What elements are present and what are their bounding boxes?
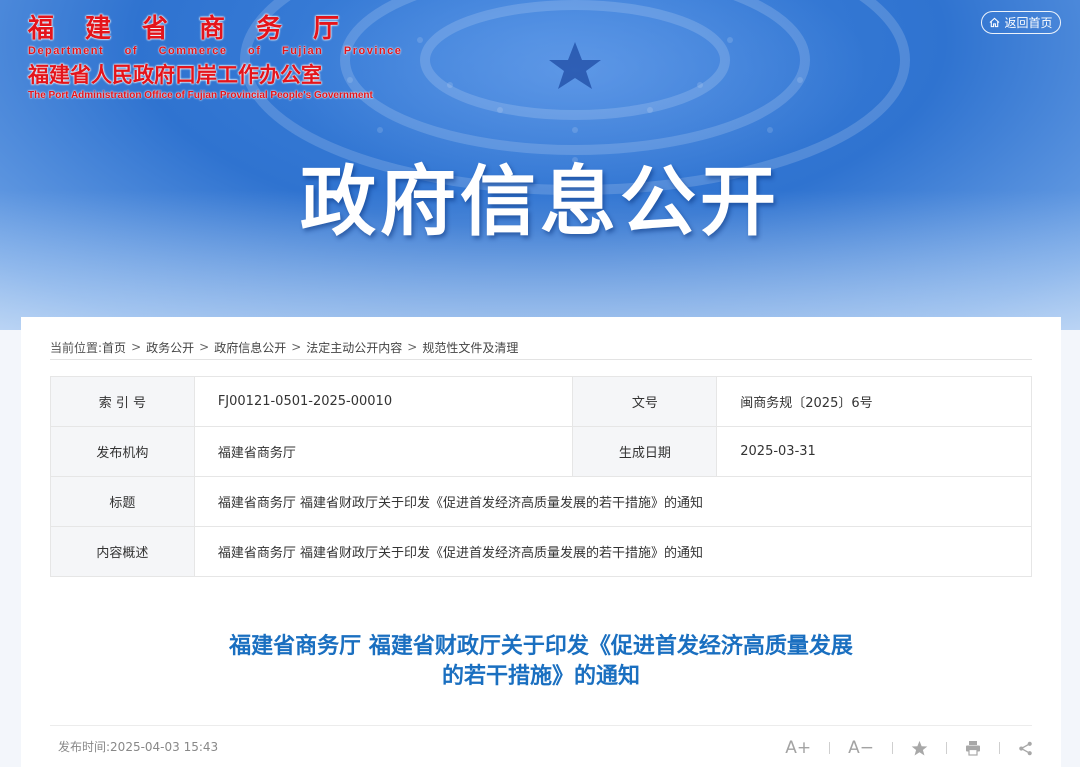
document-info-table: 索 引 号 FJ00121-0501-2025-00010 文号 闽商务规〔20… — [50, 376, 1033, 577]
summary-value: 福建省商务厅 福建省财政厅关于印发《促进首发经济高质量发展的若干措施》的通知 — [193, 526, 1033, 577]
return-home-button[interactable]: 返回首页 — [981, 11, 1061, 34]
title-value: 福建省商务厅 福建省财政厅关于印发《促进首发经济高质量发展的若干措施》的通知 — [193, 476, 1033, 527]
article-title: 福建省商务厅 福建省财政厅关于印发《促进首发经济高质量发展 的若干措施》的通知 — [21, 632, 1061, 692]
logo-department-name: 福建省商务厅 — [28, 14, 371, 44]
star-icon — [549, 42, 601, 89]
banner-title: 政府信息公开 — [300, 157, 780, 246]
title-divider — [50, 725, 1032, 726]
breadcrumb: 当前位置: 首页 > 政务公开 > 政府信息公开 > 法定主动公开内容 > 规范… — [50, 335, 1032, 359]
breadcrumb-home[interactable]: 首页 — [102, 339, 126, 356]
article-title-line1: 福建省商务厅 福建省财政厅关于印发《促进首发经济高质量发展 — [229, 634, 853, 659]
breadcrumb-divider — [50, 359, 1032, 360]
issuing-agency-value: 福建省商务厅 — [193, 426, 574, 477]
summary-label: 内容概述 — [50, 526, 195, 577]
breadcrumb-info-disclosure[interactable]: 政府信息公开 — [214, 339, 286, 356]
return-home-label: 返回首页 — [1004, 16, 1053, 30]
logo-port-office-name-en: The Port Administration Office of Fujian… — [28, 90, 373, 101]
breadcrumb-statutory-content[interactable]: 法定主动公开内容 — [306, 339, 402, 356]
favorite-star-icon[interactable] — [911, 738, 928, 758]
breadcrumb-separator: > — [131, 340, 142, 354]
issuing-agency-label: 发布机构 — [50, 426, 195, 477]
breadcrumb-normative-documents[interactable]: 规范性文件及清理 — [422, 339, 518, 356]
breadcrumb-separator: > — [199, 340, 210, 354]
site-logo[interactable]: 福建省商务厅 Department of Commerce of Fujian … — [28, 14, 403, 102]
generation-date-label: 生成日期 — [572, 426, 718, 477]
table-row: 索 引 号 FJ00121-0501-2025-00010 文号 闽商务规〔20… — [50, 376, 1032, 427]
home-icon — [989, 17, 1000, 28]
article-title-line2: 的若干措施》的通知 — [441, 664, 640, 689]
index-number-value: FJ00121-0501-2025-00010 — [193, 376, 574, 427]
document-number-value: 闽商务规〔2025〕6号 — [716, 376, 1032, 427]
publish-time: 发布时间:2025-04-03 15:43 — [58, 740, 219, 754]
toolbar-separator — [829, 742, 831, 754]
font-smaller-button[interactable]: A− — [848, 738, 874, 758]
title-label: 标题 — [50, 476, 195, 527]
document-number-label: 文号 — [572, 376, 718, 427]
toolbar-separator — [892, 742, 893, 754]
font-larger-button[interactable]: A+ — [785, 738, 811, 758]
article-toolbar: A+ A− — [785, 738, 1033, 758]
logo-port-office-name: 福建省人民政府口岸工作办公室 — [28, 62, 322, 87]
table-row: 发布机构 福建省商务厅 生成日期 2025-03-31 — [50, 426, 1032, 477]
breadcrumb-government-affairs[interactable]: 政务公开 — [146, 339, 194, 356]
logo-department-name-en: Department of Commerce of Fujian Provinc… — [28, 45, 403, 57]
breadcrumb-separator: > — [291, 340, 302, 354]
toolbar-separator — [999, 742, 1000, 754]
breadcrumb-prefix: 当前位置: — [50, 340, 103, 355]
index-number-label: 索 引 号 — [50, 376, 195, 427]
share-icon[interactable] — [1018, 738, 1033, 758]
toolbar-separator — [946, 742, 947, 754]
table-row: 内容概述 福建省商务厅 福建省财政厅关于印发《促进首发经济高质量发展的若干措施》… — [50, 526, 1033, 577]
content-card: 当前位置: 首页 > 政务公开 > 政府信息公开 > 法定主动公开内容 > 规范… — [21, 317, 1061, 767]
generation-date-value: 2025-03-31 — [716, 426, 1032, 477]
breadcrumb-separator: > — [407, 340, 418, 354]
table-row: 标题 福建省商务厅 福建省财政厅关于印发《促进首发经济高质量发展的若干措施》的通… — [50, 476, 1033, 527]
print-icon[interactable] — [965, 738, 981, 758]
